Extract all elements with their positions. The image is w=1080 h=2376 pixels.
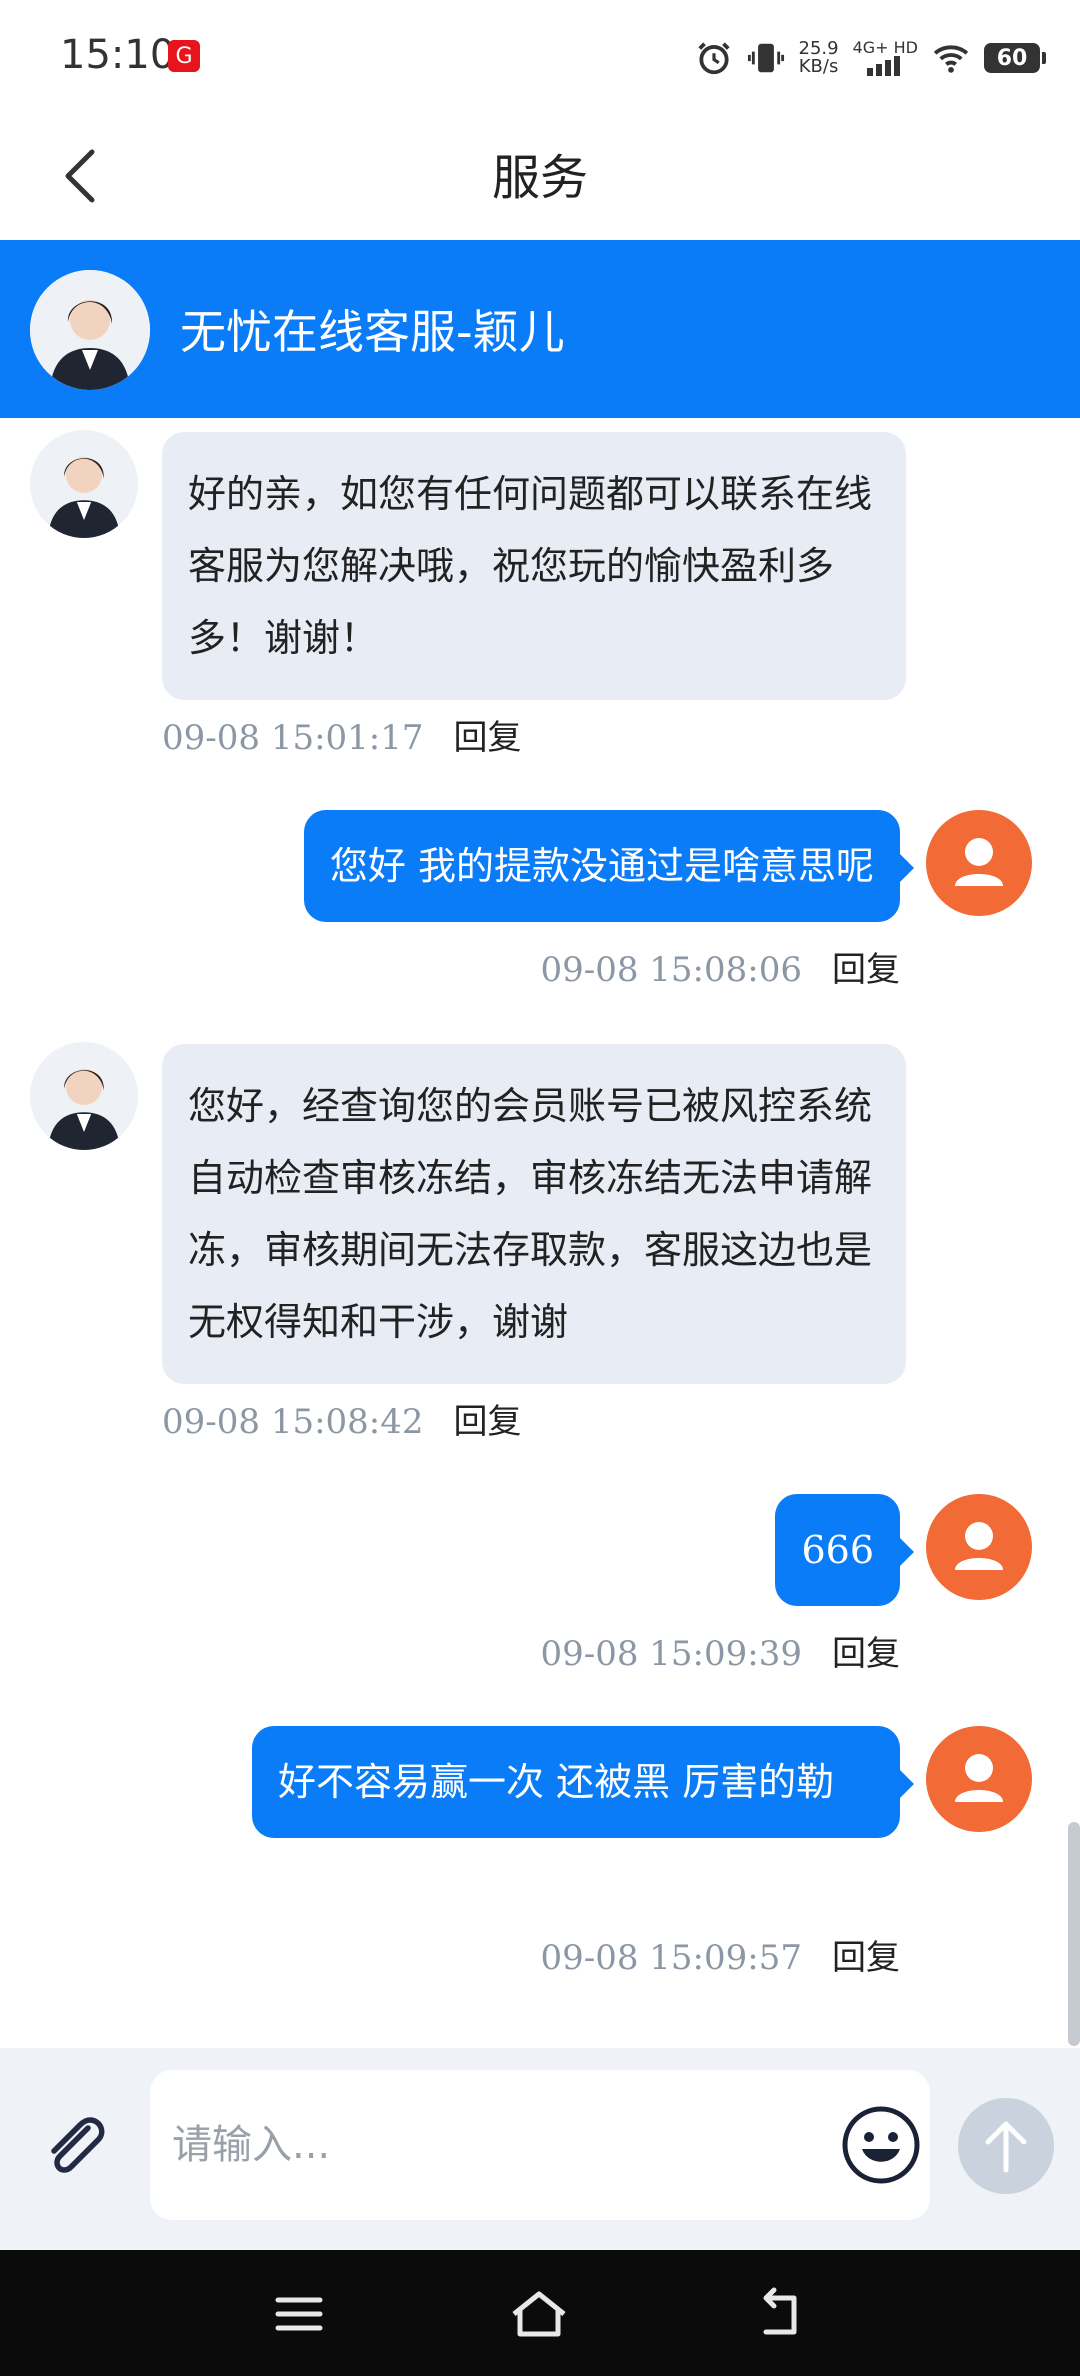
app-badge-icon: G <box>168 40 200 72</box>
status-time: 15:10 <box>60 32 176 78</box>
message-time: 09-08 15:08:06 <box>540 950 802 990</box>
message-meta: 09-08 15:09:39 回复 <box>540 1626 900 1675</box>
net-speed-unit: KB/s <box>798 56 839 77</box>
home-icon[interactable] <box>504 2284 574 2344</box>
input-bar: 请输入... <box>0 2048 1080 2250</box>
battery-indicator: 60 <box>984 43 1046 73</box>
menu-icon[interactable] <box>264 2284 334 2344</box>
system-nav-bar <box>0 2250 1080 2376</box>
agent-avatar <box>30 1042 138 1150</box>
reply-button[interactable]: 回复 <box>832 1938 900 1978</box>
message-time: 09-08 15:09:39 <box>540 1634 802 1674</box>
wifi-icon <box>933 45 969 73</box>
user-icon <box>955 1522 1003 1570</box>
status-bar: 15:10 G 25.9 KB/s 4G+ HD 60 <box>0 0 1080 112</box>
message-meta: 09-08 15:09:57 回复 <box>540 1930 900 1979</box>
agent-name: 无忧在线客服-颖儿 <box>180 305 565 359</box>
message-bubble-agent: 您好，经查询您的会员账号已被风控系统自动检查审核冻结，审核冻结无法申请解冻，审核… <box>162 1044 906 1384</box>
net-speed: 25.9 KB/s <box>799 40 839 76</box>
message-bubble-user: 您好 我的提款没通过是啥意思呢 <box>303 810 915 922</box>
alarm-icon <box>697 42 730 75</box>
agent-avatar <box>30 270 150 390</box>
paperclip-icon[interactable] <box>36 2106 116 2186</box>
message-meta: 09-08 15:01:17 回复 <box>162 710 522 759</box>
reply-button[interactable]: 回复 <box>454 1402 522 1442</box>
back-nav-icon[interactable] <box>744 2284 814 2344</box>
smile-icon[interactable] <box>840 2104 922 2186</box>
user-avatar <box>926 1494 1032 1600</box>
agent-avatar-image <box>30 270 150 390</box>
send-button[interactable] <box>958 2098 1054 2194</box>
message-input[interactable]: 请输入... <box>150 2070 930 2220</box>
network-label: 4G+ HD <box>852 38 918 57</box>
user-icon <box>955 1754 1003 1802</box>
chat-scrollbar[interactable] <box>1068 1822 1080 2046</box>
message-meta: 09-08 15:08:06 回复 <box>540 942 900 991</box>
user-avatar <box>926 1726 1032 1832</box>
message-time: 09-08 15:09:57 <box>540 1938 802 1978</box>
signal-icon <box>867 56 901 76</box>
agent-avatar-image <box>30 1042 138 1150</box>
reply-button[interactable]: 回复 <box>454 718 522 758</box>
reply-button[interactable]: 回复 <box>832 950 900 990</box>
message-meta: 09-08 15:08:42 回复 <box>162 1394 522 1443</box>
chat-area[interactable]: 好的亲，如您有任何问题都可以联系在线客服为您解决哦，祝您玩的愉快盈利多多！谢谢！… <box>0 418 1080 2048</box>
user-icon <box>955 838 1003 886</box>
network-indicator: 4G+ HD <box>853 40 918 76</box>
reply-button[interactable]: 回复 <box>832 1634 900 1674</box>
page-title: 服务 <box>491 150 588 206</box>
message-time: 09-08 15:08:42 <box>162 1402 424 1442</box>
user-avatar <box>926 810 1032 916</box>
message-bubble-agent: 好的亲，如您有任何问题都可以联系在线客服为您解决哦，祝您玩的愉快盈利多多！谢谢！ <box>162 432 906 700</box>
agent-avatar <box>30 430 138 538</box>
arrow-up-icon <box>985 2121 1027 2173</box>
vibrate-icon <box>747 43 784 73</box>
message-bubble-user: 666 <box>775 1494 914 1606</box>
agent-header: 无忧在线客服-颖儿 <box>0 240 1080 418</box>
message-bubble-user: 好不容易赢一次 还被黑 厉害的勒 <box>252 1726 914 1838</box>
agent-avatar-image <box>30 430 138 538</box>
nav-bar: 服务 <box>0 112 1080 240</box>
status-icons: 25.9 KB/s 4G+ HD 60 <box>695 30 1046 86</box>
message-time: 09-08 15:01:17 <box>162 718 424 758</box>
